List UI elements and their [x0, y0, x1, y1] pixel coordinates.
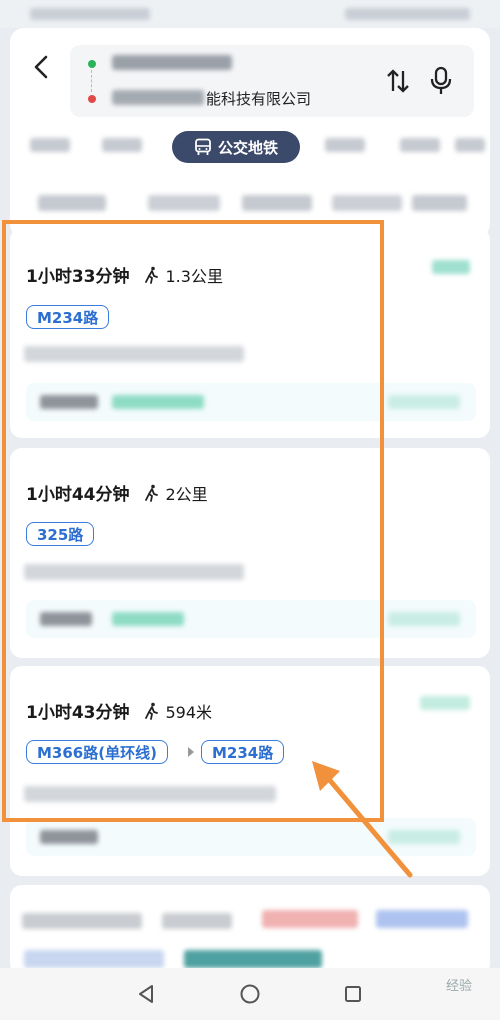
mic-icon: [430, 66, 452, 94]
triangle-back-icon[interactable]: [136, 983, 156, 1005]
filter-item[interactable]: [412, 195, 467, 211]
route-4-bar-2: [184, 950, 322, 968]
route-3-tag: [420, 696, 470, 710]
annotation-arrow-icon: [312, 761, 413, 878]
route-1-tag: [432, 260, 470, 274]
route-4-tag-blue: [376, 910, 468, 928]
circle-home-icon[interactable]: [239, 983, 261, 1005]
dest-prefix-blurred: [112, 90, 204, 105]
route-4-tag-red: [262, 910, 358, 928]
route-input-box: 能科技有限公司: [70, 45, 474, 117]
tab-bus-subway-label: 公交地铁: [217, 138, 278, 157]
filter-item[interactable]: [332, 195, 402, 211]
tab-bike[interactable]: [400, 138, 440, 152]
route-4-bar-1: [24, 950, 164, 968]
watermark: 经验: [446, 975, 472, 994]
route-4-text-2: [162, 913, 232, 929]
watermark-text: 经验: [445, 979, 472, 994]
back-button[interactable]: [30, 54, 52, 80]
system-nav-bar: [0, 968, 500, 1020]
map-strip: [0, 0, 500, 28]
highlight-frame: [2, 220, 384, 822]
filter-item[interactable]: [38, 195, 106, 211]
bus-icon: [195, 138, 211, 155]
tab-more[interactable]: [455, 138, 485, 152]
voice-button[interactable]: [428, 66, 454, 96]
start-location-blurred[interactable]: [112, 55, 232, 70]
filter-item[interactable]: [148, 195, 220, 211]
start-dot: [88, 60, 96, 68]
destination-text[interactable]: 能科技有限公司: [206, 88, 311, 109]
swap-icon: [387, 69, 409, 93]
swap-button[interactable]: [384, 67, 412, 95]
tab-walk[interactable]: [325, 138, 365, 152]
square-recent-icon[interactable]: [343, 984, 363, 1004]
tab-drive[interactable]: [30, 138, 70, 152]
end-dot: [88, 95, 96, 103]
back-arrow-icon: [34, 55, 48, 79]
route-4-text: [22, 913, 142, 929]
route-connector: [91, 70, 93, 92]
filter-item[interactable]: [242, 195, 312, 211]
tab-taxi[interactable]: [102, 138, 142, 152]
tab-bus-subway[interactable]: 公交地铁: [172, 131, 300, 163]
